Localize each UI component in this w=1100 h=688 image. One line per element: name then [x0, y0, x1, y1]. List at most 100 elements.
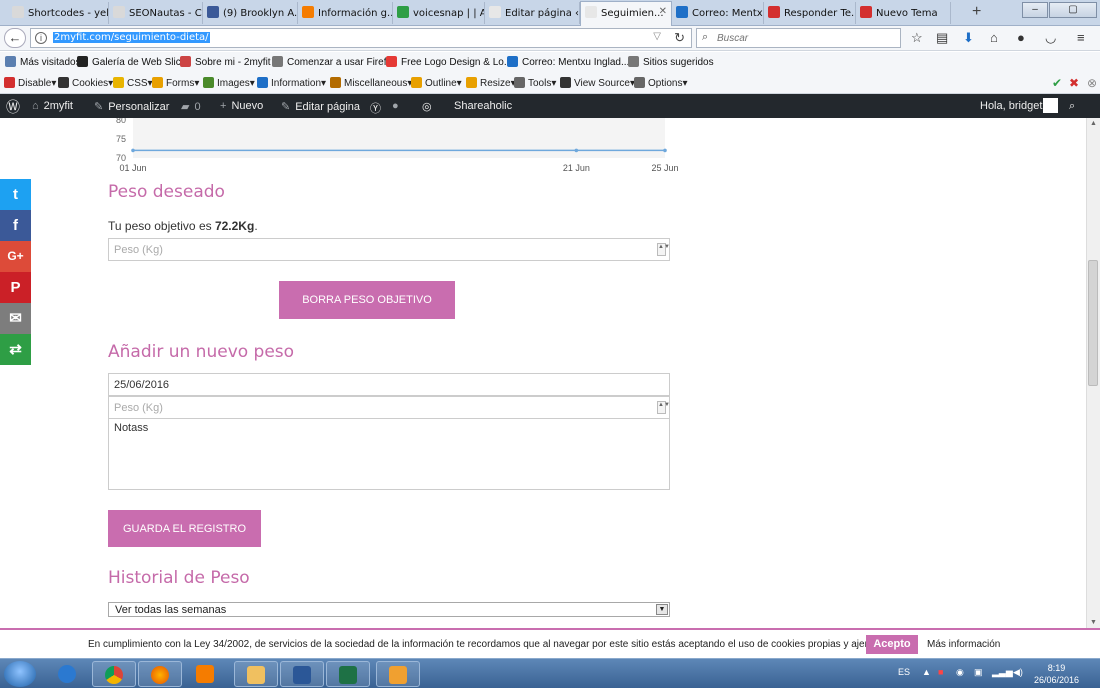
pocket-icon[interactable]: ◡: [1045, 30, 1056, 46]
browser-tab[interactable]: Correo: Mentx...: [672, 2, 764, 24]
shareaholic-menu[interactable]: Shareaholic: [454, 100, 512, 112]
media-player-taskbar-icon[interactable]: [184, 661, 228, 687]
date-input[interactable]: [109, 374, 669, 395]
bookmark-star-icon[interactable]: ☆: [911, 30, 923, 46]
bookmark-item[interactable]: Sobre mi - 2myfit: [180, 56, 271, 68]
devtools-menu[interactable]: Options▾: [634, 77, 687, 89]
device-tray-icon[interactable]: ▣: [974, 667, 983, 678]
weight-input[interactable]: [109, 397, 669, 418]
email-share-icon[interactable]: ✉: [0, 303, 31, 334]
maximize-button[interactable]: ▢: [1049, 2, 1097, 18]
googleplus-share-icon[interactable]: G+: [0, 241, 31, 272]
devtools-menu[interactable]: View Source▾: [560, 77, 635, 89]
devtools-menu[interactable]: Disable▾: [4, 77, 56, 89]
weight-field[interactable]: ▲▼: [108, 396, 670, 419]
new-content-menu[interactable]: + Nuevo: [220, 100, 263, 112]
excel-taskbar-icon[interactable]: [326, 661, 370, 687]
url-text[interactable]: 2myfit.com/seguimiento-dieta/: [53, 32, 210, 43]
tray-expand-icon[interactable]: ▲: [922, 667, 931, 677]
wordpress-logo-icon[interactable]: Ⓦ: [6, 97, 20, 117]
goal-weight-field[interactable]: ▲▼: [108, 238, 670, 261]
site-info-icon[interactable]: i: [35, 32, 47, 44]
back-button[interactable]: ←: [4, 28, 26, 48]
error-icon[interactable]: ✖: [1069, 76, 1079, 90]
start-button[interactable]: [4, 661, 36, 687]
browser-tab[interactable]: Información g...: [298, 2, 393, 24]
week-filter-select[interactable]: Ver todas las semanas ▼: [108, 602, 670, 617]
accept-cookies-button[interactable]: Acepto: [866, 635, 918, 654]
search-input[interactable]: [717, 31, 897, 45]
url-history-dropdown-icon[interactable]: ▽: [653, 31, 661, 42]
browser-tab[interactable]: Seguimien... ✕: [580, 1, 672, 26]
outlook-taskbar-icon[interactable]: [376, 661, 420, 687]
scroll-down-icon[interactable]: ▼: [1090, 619, 1097, 626]
edit-page-menu[interactable]: ✎ Editar página: [281, 100, 360, 113]
security-tray-icon[interactable]: ■: [938, 667, 943, 677]
chrome-taskbar-icon[interactable]: [92, 661, 136, 687]
signal-tray-icon[interactable]: ▂▃▅: [992, 667, 1013, 678]
devtools-menu[interactable]: CSS▾: [113, 77, 153, 89]
notes-textarea[interactable]: Notass: [109, 419, 669, 489]
save-record-button[interactable]: GUARDA EL REGISTRO: [108, 510, 261, 547]
bookmark-item[interactable]: Galería de Web Slice: [77, 56, 186, 68]
facebook-share-icon[interactable]: f: [0, 210, 31, 241]
bookmark-item[interactable]: Sitios sugeridos: [628, 56, 714, 68]
customize-menu[interactable]: ✎ Personalizar: [94, 100, 169, 113]
browser-tab[interactable]: Editar página ‹...: [485, 2, 580, 24]
bookmark-item[interactable]: Free Logo Design & Lo...: [386, 56, 512, 68]
devtools-menu[interactable]: Resize▾: [466, 77, 516, 89]
firefox-taskbar-icon[interactable]: [138, 661, 182, 687]
network-tray-icon[interactable]: ◉: [956, 667, 964, 678]
browser-tab[interactable]: voicesnap | | A...: [393, 2, 485, 24]
notes-field[interactable]: Notass: [108, 418, 670, 490]
comments-menu[interactable]: ▰ 0: [181, 100, 201, 113]
browser-tab[interactable]: Responder Te...: [764, 2, 856, 24]
system-clock[interactable]: 8:19 26/06/2016: [1034, 662, 1079, 686]
devtools-menu[interactable]: Tools▾: [514, 77, 556, 89]
more-info-link[interactable]: Más información: [927, 639, 1000, 650]
bookmark-item[interactable]: Correo: Mentxu Inglad...: [507, 56, 629, 68]
devtools-menu[interactable]: Forms▾: [152, 77, 199, 89]
shareaholic-icon[interactable]: ◎: [422, 100, 432, 113]
browser-tab[interactable]: Nuevo Tema: [856, 2, 951, 24]
ie-taskbar-icon[interactable]: [46, 661, 90, 687]
pinterest-share-icon[interactable]: P: [0, 272, 31, 303]
bookmarks-library-icon[interactable]: ▤: [936, 30, 948, 46]
twitter-share-icon[interactable]: t: [0, 179, 31, 210]
chat-icon[interactable]: ●: [1017, 30, 1025, 45]
language-indicator[interactable]: ES: [898, 667, 910, 677]
avatar[interactable]: [1043, 98, 1058, 113]
dropdown-arrow-icon[interactable]: ▼: [656, 604, 668, 615]
devtools-menu[interactable]: Miscellaneous▾: [330, 77, 412, 89]
bookmark-item[interactable]: Más visitados: [5, 56, 81, 68]
goal-weight-input[interactable]: [109, 239, 669, 260]
devtools-menu[interactable]: Cookies▾: [58, 77, 113, 89]
number-spinner-icon[interactable]: ▲▼: [657, 243, 670, 256]
menu-icon[interactable]: ≡: [1077, 30, 1085, 45]
check-icon[interactable]: ✔: [1052, 76, 1062, 90]
browser-tab[interactable]: Shortcodes - yeke...: [8, 2, 109, 24]
url-bar[interactable]: i 2myfit.com/seguimiento-dieta/ ▽ ↻: [30, 28, 692, 48]
user-greeting[interactable]: Hola, bridget: [980, 100, 1042, 112]
devtools-menu[interactable]: Information▾: [257, 77, 326, 89]
devtools-menu[interactable]: Images▾: [203, 77, 255, 89]
admin-search-icon[interactable]: ⌕: [1069, 100, 1075, 113]
close-toolbar-icon[interactable]: ⊗: [1087, 76, 1097, 90]
more-share-icon[interactable]: ⇄: [0, 334, 31, 365]
volume-tray-icon[interactable]: ◀): [1013, 667, 1023, 678]
browser-tab[interactable]: SEONautas - Curs...: [109, 2, 203, 24]
devtools-menu[interactable]: Outline▾: [411, 77, 462, 89]
home-icon[interactable]: ⌂: [990, 30, 998, 45]
downloads-icon[interactable]: ⬇: [963, 30, 974, 46]
new-tab-button[interactable]: +: [972, 3, 981, 21]
number-spinner-icon[interactable]: ▲▼: [657, 401, 670, 414]
search-box[interactable]: ⌕: [696, 28, 901, 48]
scroll-up-icon[interactable]: ▲: [1090, 120, 1097, 127]
close-tab-icon[interactable]: ✕: [659, 6, 667, 17]
scrollbar-thumb[interactable]: [1088, 260, 1098, 386]
date-field[interactable]: [108, 373, 670, 396]
yoast-seo-icon[interactable]: Ⓨ: [370, 100, 381, 116]
site-name-menu[interactable]: ⌂ 2myfit: [32, 100, 73, 112]
delete-goal-button[interactable]: BORRA PESO OBJETIVO: [279, 281, 455, 319]
reload-icon[interactable]: ↻: [674, 30, 685, 46]
